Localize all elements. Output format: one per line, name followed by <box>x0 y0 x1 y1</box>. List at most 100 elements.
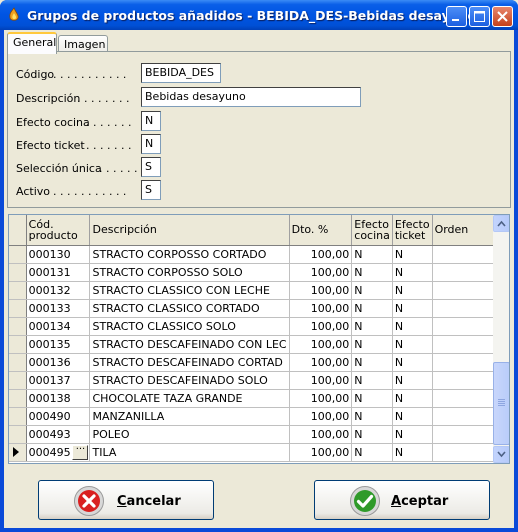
cell-efecto-cocina[interactable]: N <box>351 335 393 354</box>
cell-orden[interactable] <box>432 389 494 408</box>
col-header-dto[interactable]: Dto. % <box>289 215 353 246</box>
cell-descripcion[interactable]: STRACTO DESCAFEINADO CORTAD <box>89 353 290 372</box>
cell-efecto-cocina[interactable]: N <box>351 317 393 336</box>
cell-cod-producto[interactable]: 000138 <box>26 389 91 408</box>
cell-cod-producto[interactable]: 000136 <box>26 353 91 372</box>
cell-cod-producto[interactable]: 000490 <box>26 407 91 426</box>
activo-field[interactable]: S <box>141 180 161 200</box>
cell-cod-producto[interactable]: 000135 <box>26 335 91 354</box>
minimize-button[interactable] <box>446 6 467 27</box>
descripcion-field[interactable]: Bebidas desayuno <box>141 87 361 107</box>
cell-efecto-cocina[interactable]: N <box>351 407 393 426</box>
table-row[interactable]: 000137 STRACTO DESCAFEINADO SOLO 100,00 N N <box>9 371 509 390</box>
cell-descripcion[interactable]: TILA <box>89 443 290 462</box>
cell-cod-producto[interactable]: 000134 <box>26 317 91 336</box>
table-row[interactable]: 000490 MANZANILLA 100,00 N N <box>9 407 509 426</box>
table-row[interactable]: 000495 ··· TILA 100,00 N N <box>9 443 509 462</box>
cell-orden[interactable] <box>432 371 494 390</box>
cell-dto[interactable]: 100,00 <box>289 263 353 282</box>
close-button[interactable] <box>492 6 513 27</box>
cell-dto[interactable]: 100,00 <box>289 425 353 444</box>
cell-cod-producto[interactable]: 000132 <box>26 281 91 300</box>
cell-orden[interactable] <box>432 443 494 462</box>
seleccion-unica-field[interactable]: S <box>141 157 161 177</box>
table-row[interactable]: 000135 STRACTO DESCAFEINADO CON LEC 100,00… <box>9 335 509 354</box>
ellipsis-button[interactable]: ··· <box>72 444 89 460</box>
cell-orden[interactable] <box>432 407 494 426</box>
cell-efecto-ticket[interactable]: N <box>392 371 433 390</box>
cell-efecto-cocina[interactable]: N <box>351 371 393 390</box>
cell-descripcion[interactable]: STRACTO CORPOSSO SOLO <box>89 263 290 282</box>
cell-efecto-ticket[interactable]: N <box>392 389 433 408</box>
cell-descripcion[interactable]: STRACTO CLASSICO SOLO <box>89 317 290 336</box>
efecto-ticket-field[interactable]: N <box>141 134 161 154</box>
cell-descripcion[interactable]: POLEO <box>89 425 290 444</box>
cell-descripcion[interactable]: STRACTO CORPOSSO CORTADO <box>89 245 290 264</box>
cell-efecto-ticket[interactable]: N <box>392 281 433 300</box>
cell-dto[interactable]: 100,00 <box>289 317 353 336</box>
table-row[interactable]: 000133 STRACTO CLASSICO CORTADO 100,00 N N <box>9 299 509 318</box>
cell-efecto-cocina[interactable]: N <box>351 353 393 372</box>
cell-dto[interactable]: 100,00 <box>289 443 353 462</box>
cell-dto[interactable]: 100,00 <box>289 371 353 390</box>
cell-descripcion[interactable]: STRACTO DESCAFEINADO CON LEC <box>89 335 290 354</box>
accept-button[interactable]: Aceptar <box>314 480 490 520</box>
cell-efecto-ticket[interactable]: N <box>392 317 433 336</box>
table-row[interactable]: 000493 POLEO 100,00 N N <box>9 425 509 444</box>
cell-descripcion[interactable]: STRACTO DESCAFEINADO SOLO <box>89 371 290 390</box>
table-row[interactable]: 000134 STRACTO CLASSICO SOLO 100,00 N N <box>9 317 509 336</box>
scroll-down-button[interactable] <box>493 446 509 463</box>
scroll-thumb[interactable] <box>493 362 509 445</box>
cell-descripcion[interactable]: CHOCOLATE TAZA GRANDE <box>89 389 290 408</box>
products-grid[interactable]: Cód. producto Descripción Dto. % Efecto … <box>8 214 510 464</box>
cell-efecto-ticket[interactable]: N <box>392 353 433 372</box>
cell-efecto-cocina[interactable]: N <box>351 263 393 282</box>
cell-efecto-ticket[interactable]: N <box>392 299 433 318</box>
scroll-up-button[interactable] <box>493 215 509 232</box>
cell-efecto-ticket[interactable]: N <box>392 263 433 282</box>
cell-efecto-ticket[interactable]: N <box>392 443 433 462</box>
cell-orden[interactable] <box>432 425 494 444</box>
table-row[interactable]: 000130 STRACTO CORPOSSO CORTADO 100,00 N N <box>9 245 509 264</box>
title-bar[interactable]: Grupos de productos añadidos - BEBIDA_DE… <box>0 0 518 30</box>
cell-orden[interactable] <box>432 263 494 282</box>
cell-dto[interactable]: 100,00 <box>289 389 353 408</box>
cell-dto[interactable]: 100,00 <box>289 353 353 372</box>
cell-descripcion[interactable]: STRACTO CLASSICO CORTADO <box>89 299 290 318</box>
cell-orden[interactable] <box>432 353 494 372</box>
cell-efecto-cocina[interactable]: N <box>351 425 393 444</box>
col-header-efecto-cocina[interactable]: Efecto cocina <box>351 215 393 246</box>
cell-orden[interactable] <box>432 281 494 300</box>
codigo-field[interactable]: BEBIDA_DES <box>141 63 221 83</box>
cell-dto[interactable]: 100,00 <box>289 281 353 300</box>
table-row[interactable]: 000132 STRACTO CLASSICO CON LECHE 100,00 N N <box>9 281 509 300</box>
tab-general[interactable]: General <box>7 32 57 54</box>
cell-efecto-ticket[interactable]: N <box>392 335 433 354</box>
cell-dto[interactable]: 100,00 <box>289 335 353 354</box>
cell-efecto-cocina[interactable]: N <box>351 245 393 264</box>
cell-dto[interactable]: 100,00 <box>289 299 353 318</box>
col-header-efecto-ticket[interactable]: Efecto ticket <box>392 215 433 246</box>
cell-orden[interactable] <box>432 299 494 318</box>
cell-cod-producto[interactable]: 000493 <box>26 425 91 444</box>
col-header-cod-producto[interactable]: Cód. producto <box>26 215 91 246</box>
cell-orden[interactable] <box>432 335 494 354</box>
efecto-cocina-field[interactable]: N <box>141 111 161 131</box>
cell-cod-producto[interactable]: 000131 <box>26 263 91 282</box>
cell-efecto-cocina[interactable]: N <box>351 389 393 408</box>
col-header-descripcion[interactable]: Descripción <box>89 215 290 246</box>
cell-orden[interactable] <box>432 317 494 336</box>
cell-dto[interactable]: 100,00 <box>289 407 353 426</box>
table-row[interactable]: 000138 CHOCOLATE TAZA GRANDE 100,00 N N <box>9 389 509 408</box>
table-row[interactable]: 000131 STRACTO CORPOSSO SOLO 100,00 N N <box>9 263 509 282</box>
grid-vertical-scrollbar[interactable] <box>493 215 509 463</box>
cell-descripcion[interactable]: MANZANILLA <box>89 407 290 426</box>
cell-cod-producto[interactable]: 000130 <box>26 245 91 264</box>
cell-descripcion[interactable]: STRACTO CLASSICO CON LECHE <box>89 281 290 300</box>
col-header-orden[interactable]: Orden <box>432 215 494 246</box>
cell-efecto-ticket[interactable]: N <box>392 425 433 444</box>
maximize-button[interactable] <box>469 6 490 27</box>
cell-efecto-cocina[interactable]: N <box>351 299 393 318</box>
cancel-button[interactable]: Cancelar <box>38 480 214 520</box>
cell-cod-producto[interactable]: 000137 <box>26 371 91 390</box>
